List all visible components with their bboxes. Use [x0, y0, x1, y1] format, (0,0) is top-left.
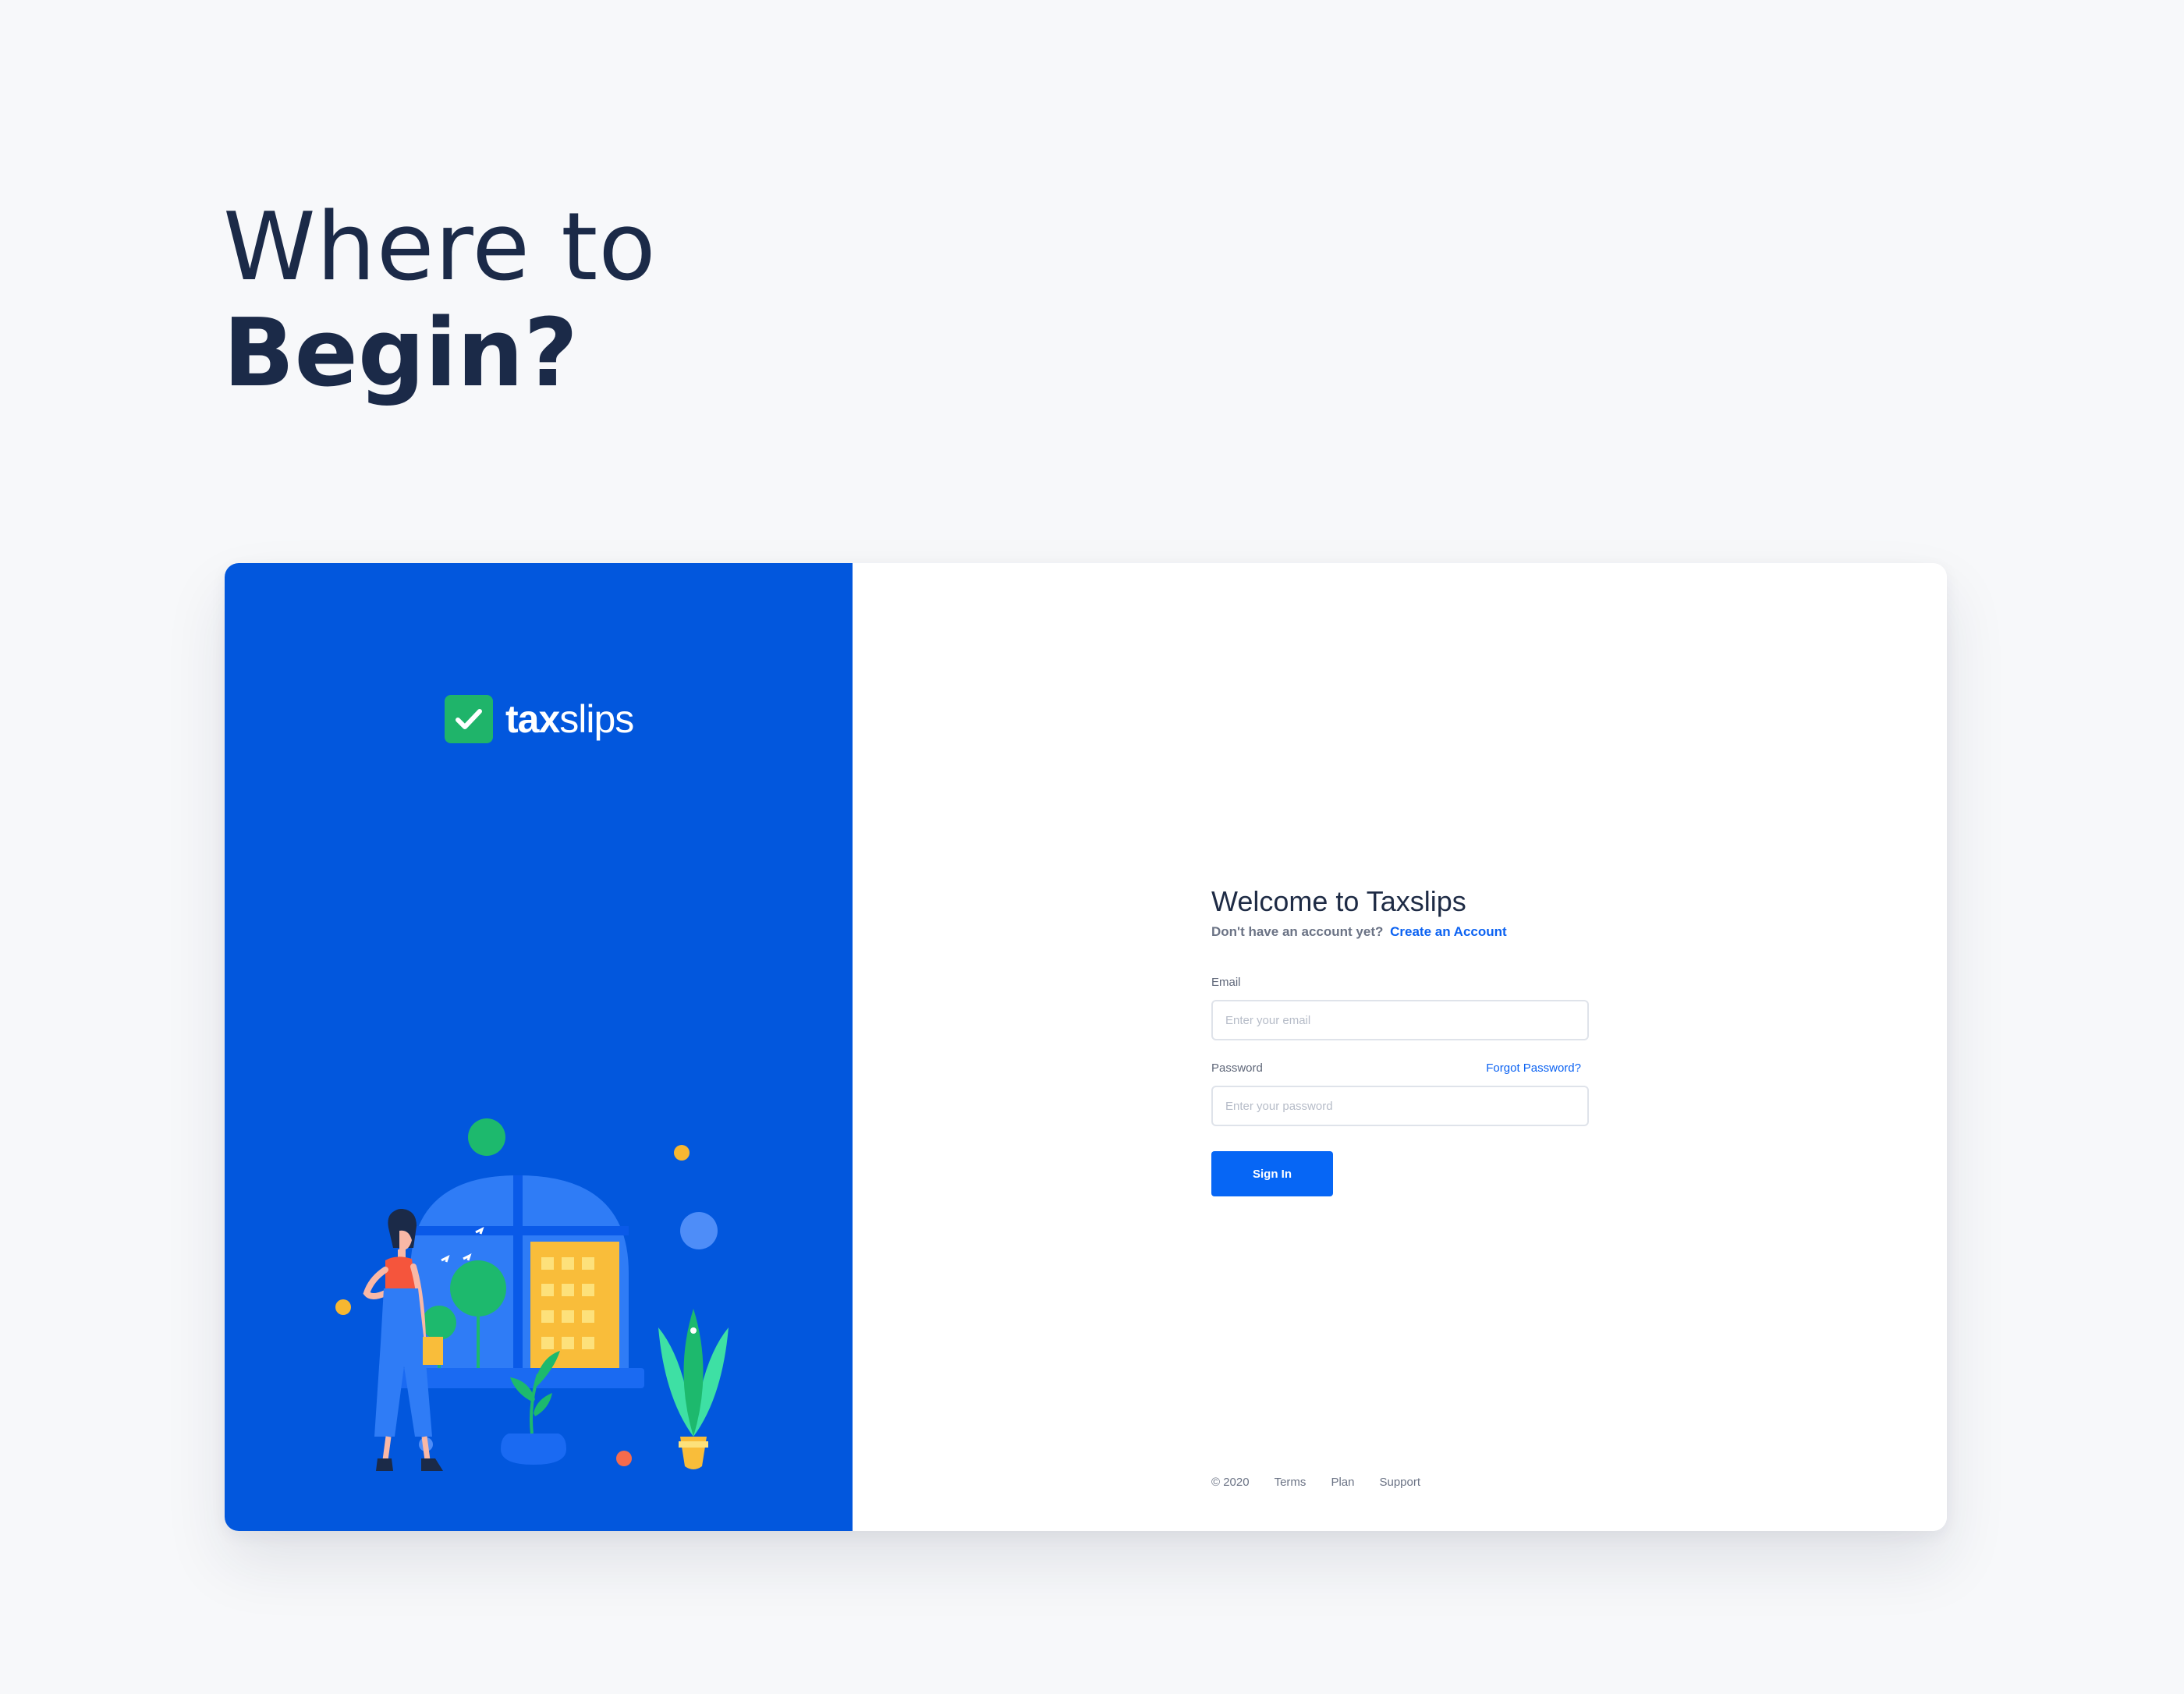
hero-line-begin: Begin? — [223, 299, 578, 408]
sign-in-button[interactable]: Sign In — [1211, 1151, 1333, 1196]
logo-word-bold: tax — [505, 697, 560, 741]
password-label-row: Password Forgot Password? — [1211, 1061, 1590, 1076]
small-plant-pot — [501, 1434, 566, 1465]
create-account-link[interactable]: Create an Account — [1390, 924, 1507, 939]
signup-prompt-text: Don't have an account yet? — [1211, 924, 1384, 939]
decor-yellow-dot — [674, 1145, 690, 1161]
login-card: taxslips Welcome to Taxslips Don't have … — [225, 563, 1947, 1531]
hero-line-where-to: Where to — [223, 193, 657, 302]
footer-link-plan[interactable]: Plan — [1331, 1476, 1354, 1489]
login-panel: Welcome to Taxslips Don't have an accoun… — [853, 563, 1947, 1531]
window-tree-small — [422, 1306, 456, 1340]
signup-prompt-row: Don't have an account yet? Create an Acc… — [1211, 923, 1590, 941]
checkmark-badge-icon — [445, 695, 493, 743]
logo-wordmark: taxslips — [505, 694, 634, 744]
decor-yellow-dot-left — [335, 1299, 351, 1315]
password-input[interactable] — [1211, 1086, 1589, 1126]
decor-red-dot — [616, 1451, 632, 1466]
email-input[interactable] — [1211, 1000, 1589, 1040]
logo-word-light: slips — [559, 697, 634, 741]
window-mullion-vertical — [513, 1175, 523, 1374]
taxslips-logo: taxslips — [445, 694, 634, 744]
decor-blue-dot — [680, 1212, 718, 1249]
brand-panel: taxslips — [225, 563, 853, 1531]
welcome-title: Welcome to Taxslips — [1211, 885, 1466, 917]
window-mullion-horizontal — [410, 1226, 629, 1235]
forgot-password-link[interactable]: Forgot Password? — [1486, 1061, 1581, 1076]
email-label-row: Email — [1211, 975, 1590, 991]
password-label: Password — [1211, 1061, 1263, 1075]
footer-link-terms[interactable]: Terms — [1275, 1476, 1306, 1489]
footer-link-support[interactable]: Support — [1379, 1476, 1420, 1489]
footer: © 2020 Terms Plan Support — [1211, 1476, 1420, 1489]
footer-copyright: © 2020 — [1211, 1476, 1250, 1489]
woman-window-plants-illustration — [335, 1118, 729, 1471]
hero-heading: Where to Begin? — [223, 195, 657, 407]
window-tree-large — [450, 1260, 506, 1317]
decor-green-dot — [468, 1118, 505, 1156]
email-label: Email — [1211, 976, 1241, 989]
login-form: Welcome to Taxslips Don't have an accoun… — [1211, 884, 1590, 1196]
